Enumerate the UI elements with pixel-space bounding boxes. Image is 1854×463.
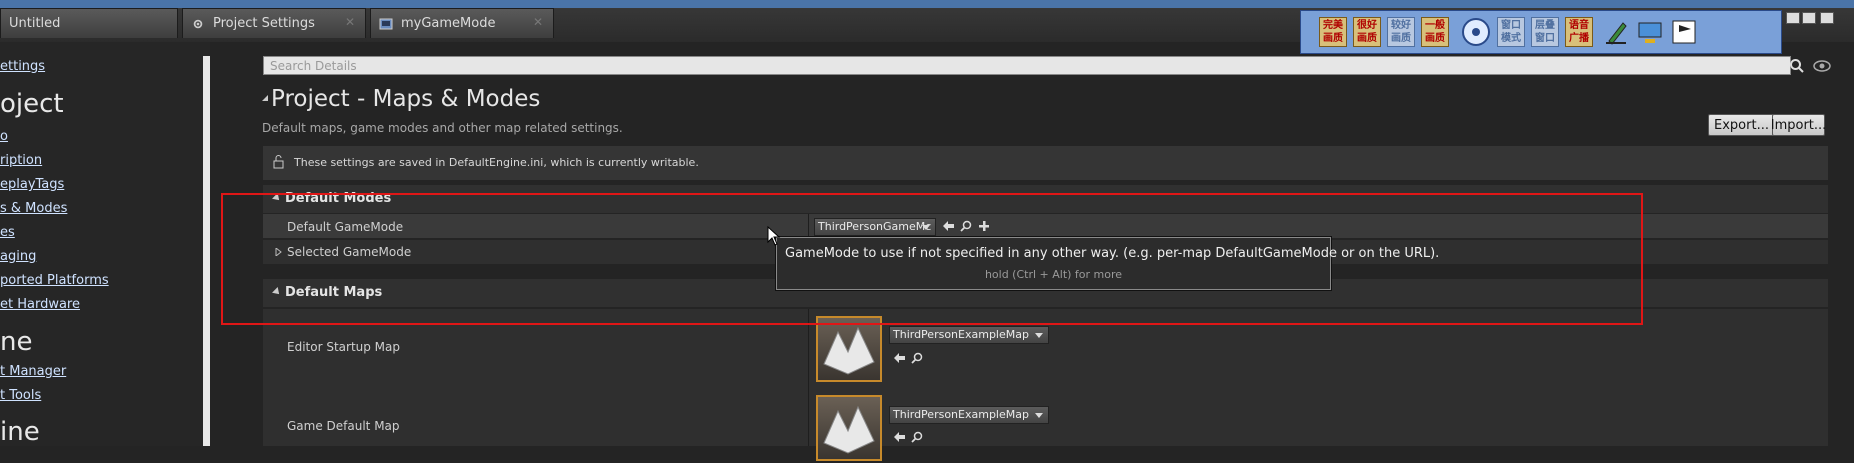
sidebar-link[interactable]: ettings xyxy=(0,59,45,74)
browse-icon[interactable] xyxy=(911,431,924,444)
close-window-icon[interactable] xyxy=(1820,12,1834,24)
use-selected-arrow-icon[interactable] xyxy=(893,352,906,364)
network-icon[interactable] xyxy=(1635,17,1665,47)
ime-window-mode-button[interactable]: 窗口模式 xyxy=(1497,17,1525,47)
sidebar-scrollbar[interactable] xyxy=(203,56,210,446)
map-preview-icon xyxy=(823,326,875,375)
tab-label: myGameMode xyxy=(401,16,496,31)
row-label: Game Default Map xyxy=(287,419,400,433)
import-button[interactable]: Import... xyxy=(1771,114,1826,136)
sidebar-link[interactable]: o xyxy=(0,129,8,144)
sidebar-heading: oject xyxy=(0,89,64,119)
sidebar-link[interactable]: t Manager xyxy=(0,364,66,379)
window-title-band xyxy=(0,0,1854,8)
map-thumbnail[interactable] xyxy=(816,395,882,461)
search-bar xyxy=(263,56,1791,75)
tab-label: Project Settings xyxy=(213,16,315,31)
sidebar-link[interactable]: eplayTags xyxy=(0,177,64,192)
row-game-default-map: Game Default Map ThirdPersonExampleMap xyxy=(263,389,1828,461)
sidebar-item-maps-modes[interactable]: s & Modes xyxy=(0,201,67,216)
export-button[interactable]: Export... xyxy=(1708,114,1775,136)
row-label: Editor Startup Map xyxy=(287,340,401,354)
chevron-down-icon xyxy=(1035,333,1043,338)
gear-icon xyxy=(193,19,203,28)
browse-icon[interactable] xyxy=(911,352,924,365)
minimize-icon[interactable] xyxy=(1786,12,1800,24)
search-input[interactable] xyxy=(270,58,1750,73)
ime-toolbar: 完美画质 很好画质 较好画质 一般画质 窗口模式 层叠窗口 语音广播 xyxy=(1300,10,1782,54)
map-preview-icon xyxy=(823,405,875,454)
sidebar-link[interactable]: et Hardware xyxy=(0,297,80,312)
close-icon[interactable]: ✕ xyxy=(345,15,355,29)
sidebar-link[interactable]: aging xyxy=(0,249,36,264)
sidebar-link[interactable]: ription xyxy=(0,153,42,168)
sidebar-link[interactable]: ported Platforms xyxy=(0,273,109,288)
ime-quality-good-button[interactable]: 较好画质 xyxy=(1387,17,1415,47)
settings-sidebar: ettings oject o ription eplayTags s & Mo… xyxy=(0,42,210,447)
restore-icon[interactable] xyxy=(1802,12,1816,24)
sidebar-heading: ine xyxy=(0,417,40,447)
eye-icon[interactable] xyxy=(1813,59,1831,73)
combo-value: ThirdPersonExampleMap xyxy=(893,408,1029,421)
config-notice: These settings are saved in DefaultEngin… xyxy=(263,146,1828,180)
sidebar-link[interactable]: t Tools xyxy=(0,388,41,403)
use-selected-arrow-icon[interactable] xyxy=(893,431,906,443)
blueprint-icon xyxy=(379,18,393,29)
sidebar-heading: ne xyxy=(0,327,33,357)
column-divider xyxy=(808,389,809,446)
close-icon[interactable]: ✕ xyxy=(533,15,543,29)
disc-icon[interactable] xyxy=(1461,17,1491,47)
tab-project-settings[interactable]: Project Settings ✕ xyxy=(182,8,366,38)
combo-value: ThirdPersonExampleMap xyxy=(893,328,1029,341)
map-thumbnail[interactable] xyxy=(816,316,882,382)
ime-voice-broadcast-button[interactable]: 语音广播 xyxy=(1565,17,1593,47)
highlight-box xyxy=(221,193,1643,325)
tab-mygamemode[interactable]: myGameMode ✕ xyxy=(370,8,554,38)
ime-quality-verygood-button[interactable]: 很好画质 xyxy=(1353,17,1381,47)
tab-label: Untitled xyxy=(9,16,61,31)
page-subtitle: Default maps, game modes and other map r… xyxy=(262,121,623,135)
ime-quality-normal-button[interactable]: 一般画质 xyxy=(1421,17,1449,47)
ime-cascade-window-button[interactable]: 层叠窗口 xyxy=(1531,17,1559,47)
unlock-icon xyxy=(273,155,284,169)
pen-icon[interactable] xyxy=(1601,17,1631,47)
sidebar-link[interactable]: es xyxy=(0,225,15,240)
chevron-down-icon xyxy=(1035,413,1043,418)
flag-icon[interactable] xyxy=(1669,17,1699,47)
tab-untitled[interactable]: Untitled xyxy=(0,8,178,38)
notice-text: These settings are saved in DefaultEngin… xyxy=(294,156,699,169)
game-default-map-combo[interactable]: ThirdPersonExampleMap xyxy=(889,406,1049,424)
page-title: Project - Maps & Modes xyxy=(271,86,541,112)
search-icon[interactable] xyxy=(1789,58,1805,74)
collapse-arrow-icon[interactable] xyxy=(261,94,269,102)
ime-quality-perfect-button[interactable]: 完美画质 xyxy=(1319,17,1347,47)
editor-startup-map-combo[interactable]: ThirdPersonExampleMap xyxy=(889,326,1049,344)
